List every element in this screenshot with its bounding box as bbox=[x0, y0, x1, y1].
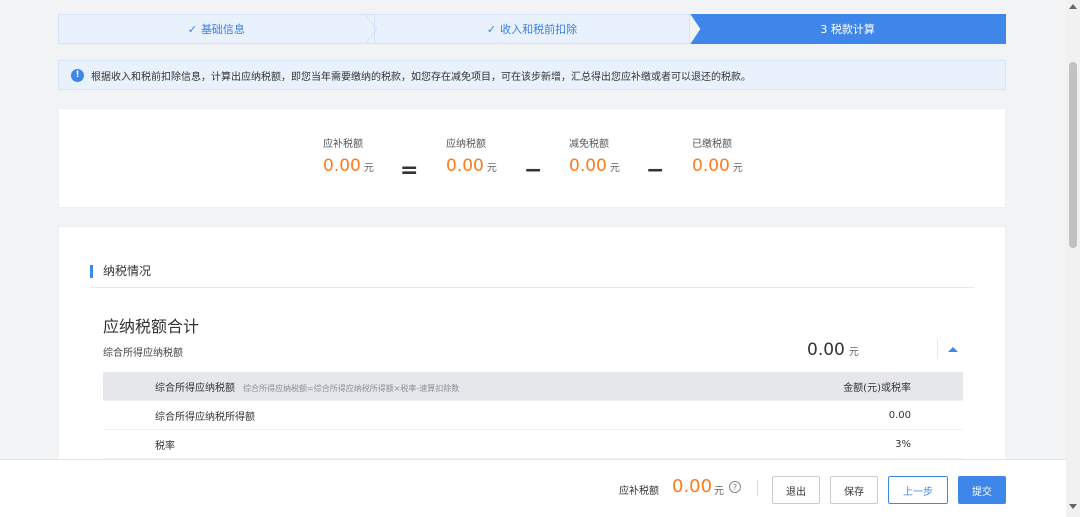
summary-value: 0.00 bbox=[692, 156, 730, 176]
summary-unit: 元 bbox=[486, 163, 497, 174]
scroll-up-icon[interactable] bbox=[1069, 4, 1077, 9]
summary-label: 已缴税额 bbox=[692, 139, 732, 150]
summary-label: 应纳税额 bbox=[446, 139, 486, 150]
summary-tax-payable-supplement: 应补税额 0.00 元 bbox=[323, 135, 374, 176]
footer-label: 应补税额 bbox=[619, 486, 659, 497]
section-divider bbox=[90, 287, 974, 288]
notice-text: 根据收入和税前扣除信息，计算出应纳税额，即您当年需要缴纳的税款，如您存在减免项目… bbox=[91, 71, 751, 83]
summary-unit: 元 bbox=[609, 163, 620, 174]
group-subtitle: 综合所得应纳税额 bbox=[103, 348, 183, 359]
check-icon: ✓ bbox=[187, 22, 197, 36]
check-icon: ✓ bbox=[486, 22, 497, 36]
footer-divider bbox=[757, 480, 758, 496]
summary-unit: 元 bbox=[363, 163, 374, 174]
equals-operator: = bbox=[400, 158, 419, 183]
tax-table: 综合所得应纳税额 综合所得应纳税额=综合所得应纳税所得额×税率-速算扣除数 金额(… bbox=[103, 372, 963, 459]
summary-value: 0.00 bbox=[446, 156, 484, 176]
step-basic-info[interactable]: ✓ 基础信息 bbox=[58, 14, 378, 44]
group-amount: 0.00 bbox=[807, 340, 845, 360]
submit-button[interactable]: 提交 bbox=[958, 476, 1006, 504]
help-icon[interactable]: ? bbox=[729, 481, 741, 493]
prev-step-button[interactable]: 上一步 bbox=[888, 476, 948, 504]
summary-value: 0.00 bbox=[323, 156, 361, 176]
header-formula: 综合所得应纳税额=综合所得应纳税所得额×税率-速算扣除数 bbox=[243, 383, 460, 393]
minus-operator: − bbox=[524, 158, 543, 183]
summary-unit: 元 bbox=[732, 163, 743, 174]
header-name: 综合所得应纳税额 bbox=[155, 382, 235, 394]
row-name: 税率 bbox=[155, 440, 175, 452]
step-progress: ✓ 基础信息 ✓ 收入和税前扣除 3 税款计算 bbox=[58, 14, 1007, 44]
header-name-cell: 综合所得应纳税额 综合所得应纳税额=综合所得应纳税所得额×税率-速算扣除数 bbox=[103, 379, 803, 394]
table-header: 综合所得应纳税额 综合所得应纳税额=综合所得应纳税所得额×税率-速算扣除数 金额(… bbox=[103, 372, 963, 401]
info-notice: ! 根据收入和税前扣除信息，计算出应纳税额，即您当年需要缴纳的税款，如您存在减免… bbox=[58, 60, 1006, 90]
group-value: 0.00 元 bbox=[807, 340, 859, 360]
save-button[interactable]: 保存 bbox=[830, 476, 878, 504]
collapse-toggle[interactable] bbox=[937, 339, 967, 359]
chevron-up-icon bbox=[947, 346, 958, 352]
row-name: 综合所得应纳税所得额 bbox=[155, 411, 255, 423]
page-scrollbar[interactable] bbox=[1066, 0, 1080, 517]
footer-value: 0.00 bbox=[672, 476, 713, 497]
footer-bar: 应补税额 0.00 元 ? 退出 保存 上一步 提交 bbox=[0, 459, 1066, 517]
summary-tax-reduction: 减免税额 0.00 元 bbox=[569, 135, 620, 176]
step-tax-calculation[interactable]: 3 税款计算 bbox=[690, 14, 1007, 44]
group-unit: 元 bbox=[848, 347, 859, 358]
row-value: 3% bbox=[895, 438, 911, 450]
chevron-separator-icon bbox=[364, 14, 378, 44]
row-value: 0.00 bbox=[888, 409, 911, 421]
step-label: 收入和税前扣除 bbox=[500, 23, 578, 36]
step-label: 基础信息 bbox=[200, 23, 245, 36]
step-income-deduction[interactable]: ✓ 收入和税前扣除 bbox=[374, 14, 691, 44]
step-label: 3 税款计算 bbox=[820, 23, 875, 36]
tax-detail-panel: 纳税情况 应纳税额合计 综合所得应纳税额 0.00 元 综合所得应纳税额 综合所得应… bbox=[58, 226, 1006, 466]
info-icon: ! bbox=[71, 68, 84, 82]
minus-operator: − bbox=[646, 158, 665, 183]
summary-tax-payable: 应纳税额 0.00 元 bbox=[446, 135, 497, 176]
summary-label: 应补税额 bbox=[323, 139, 363, 150]
header-value: 金额(元)或税率 bbox=[843, 382, 911, 394]
summary-label: 减免税额 bbox=[569, 139, 609, 150]
scroll-down-icon[interactable] bbox=[1069, 504, 1077, 509]
group-title: 应纳税额合计 bbox=[103, 317, 200, 336]
summary-value: 0.00 bbox=[569, 156, 607, 176]
footer-unit: 元 bbox=[714, 486, 724, 497]
summary-tax-paid: 已缴税额 0.00 元 bbox=[692, 135, 743, 176]
tax-summary: 应补税额 0.00 元 = 应纳税额 0.00 元 − 减免税额 0.00 元 − 已… bbox=[58, 108, 1006, 208]
scroll-thumb[interactable] bbox=[1069, 62, 1077, 248]
table-row: 综合所得应纳税所得额 0.00 bbox=[103, 401, 963, 430]
table-row: 税率 3% bbox=[103, 430, 963, 459]
section-title: 纳税情况 bbox=[90, 265, 151, 278]
exit-button[interactable]: 退出 bbox=[772, 476, 820, 504]
